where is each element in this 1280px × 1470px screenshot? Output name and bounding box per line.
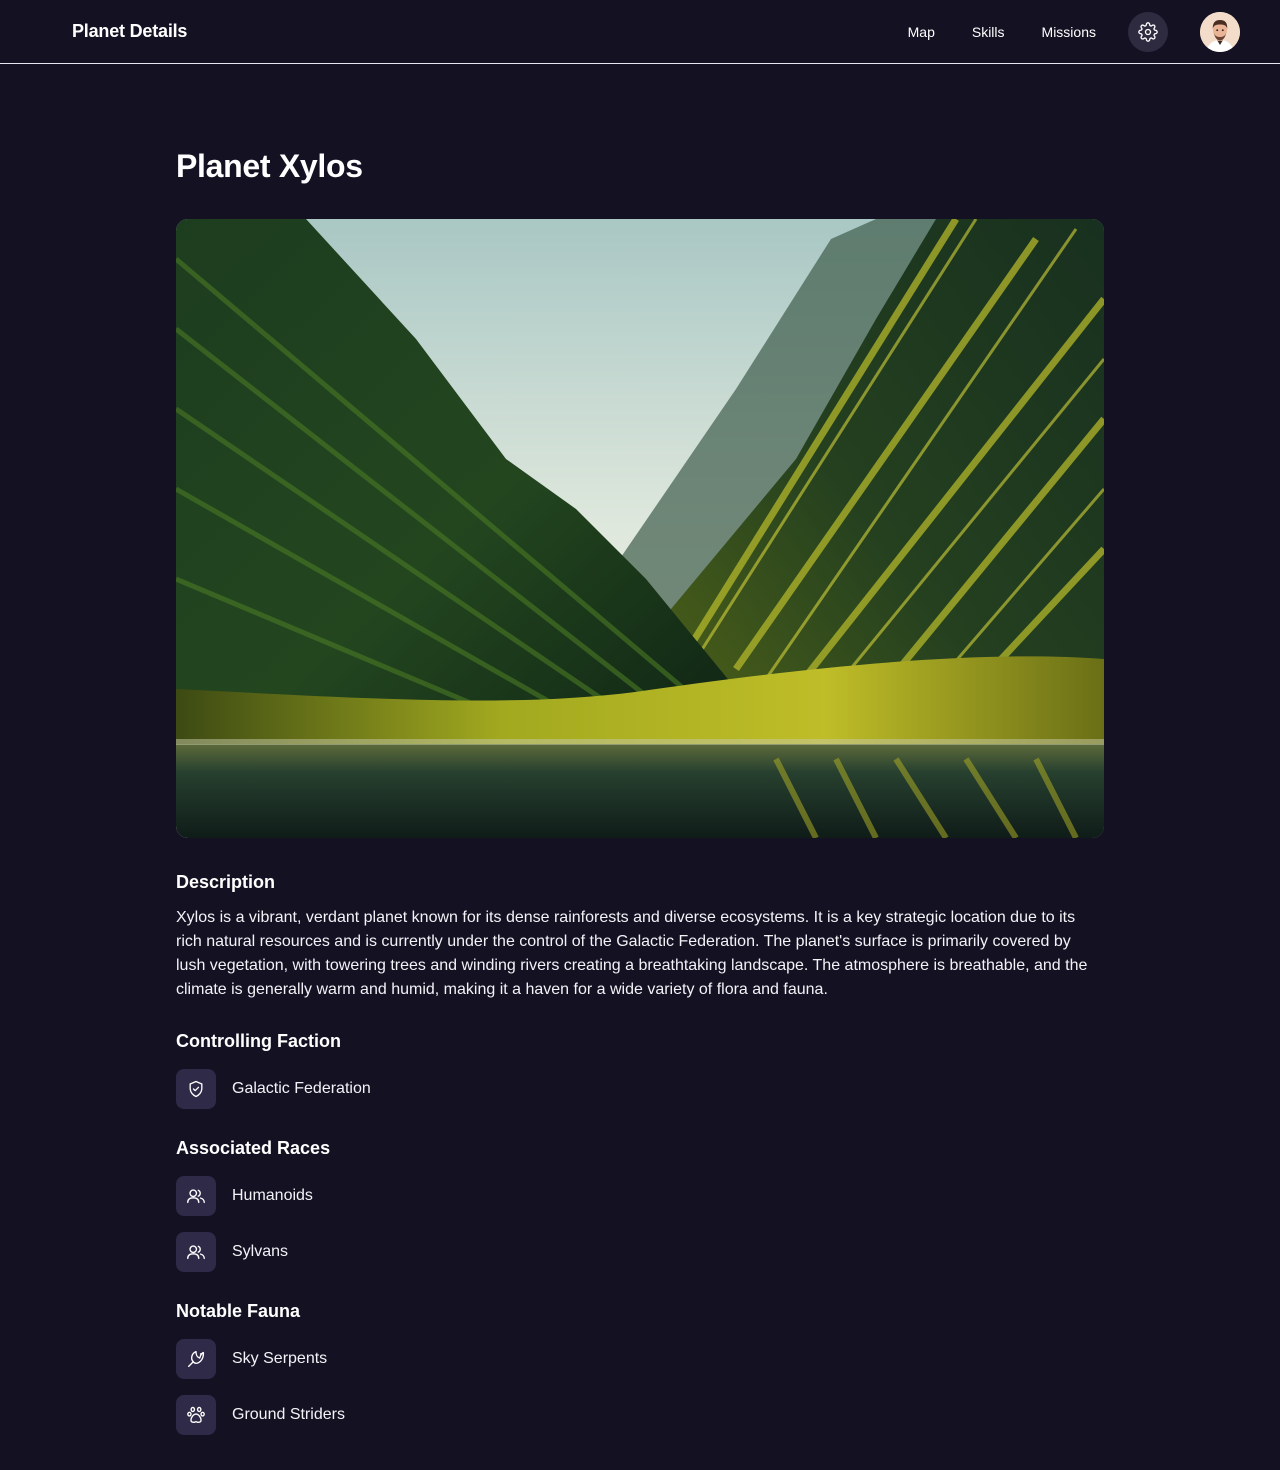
page-title: Planet Xylos [176,148,363,184]
shield-check-icon [176,1069,216,1109]
description-section: Description Xylos is a vibrant, verdant … [176,870,1104,1002]
users-icon [176,1176,216,1216]
nav-link-missions[interactable]: Missions [1042,24,1096,40]
fauna-item: Ground Striders [176,1395,1104,1435]
planet-details-content: Planet Xylos Description Xylos is a vibr… [176,64,1104,1435]
notable-fauna-heading: Notable Fauna [176,1301,301,1321]
nav-link-map[interactable]: Map [908,24,935,40]
associated-races-section: Associated Races Humanoids Sylvans [176,1136,1104,1272]
app-title: Planet Details [72,21,188,41]
faction-label: Galactic Federation [232,1080,371,1097]
planet-hero-image [176,219,1104,838]
users-icon [176,1232,216,1272]
fauna-label: Sky Serpents [232,1350,328,1367]
planet-description: Xylos is a vibrant, verdant planet known… [176,909,1088,998]
user-avatar[interactable] [1200,11,1240,52]
paw-icon [176,1395,216,1435]
main-nav: Map Skills Missions [908,11,1240,52]
bird-icon [176,1339,216,1379]
race-label: Sylvans [232,1243,289,1260]
associated-races-heading: Associated Races [176,1138,331,1158]
settings-button[interactable] [1128,11,1168,52]
fauna-label: Ground Striders [232,1406,345,1423]
race-item: Humanoids [176,1176,1104,1216]
nav-link-skills[interactable]: Skills [972,24,1005,40]
description-heading: Description [176,872,276,892]
race-item: Sylvans [176,1232,1104,1272]
controlling-faction-section: Controlling Faction Galactic Federation [176,1029,1104,1109]
race-label: Humanoids [232,1187,313,1204]
avatar-illustration [1200,11,1240,52]
fauna-item: Sky Serpents [176,1339,1104,1379]
top-navigation-bar: Planet Details Map Skills Missions [0,0,1280,64]
gear-icon [1138,21,1158,42]
faction-item: Galactic Federation [176,1069,1104,1109]
notable-fauna-section: Notable Fauna Sky Serpents Ground Stride… [176,1299,1104,1435]
controlling-faction-heading: Controlling Faction [176,1031,341,1051]
